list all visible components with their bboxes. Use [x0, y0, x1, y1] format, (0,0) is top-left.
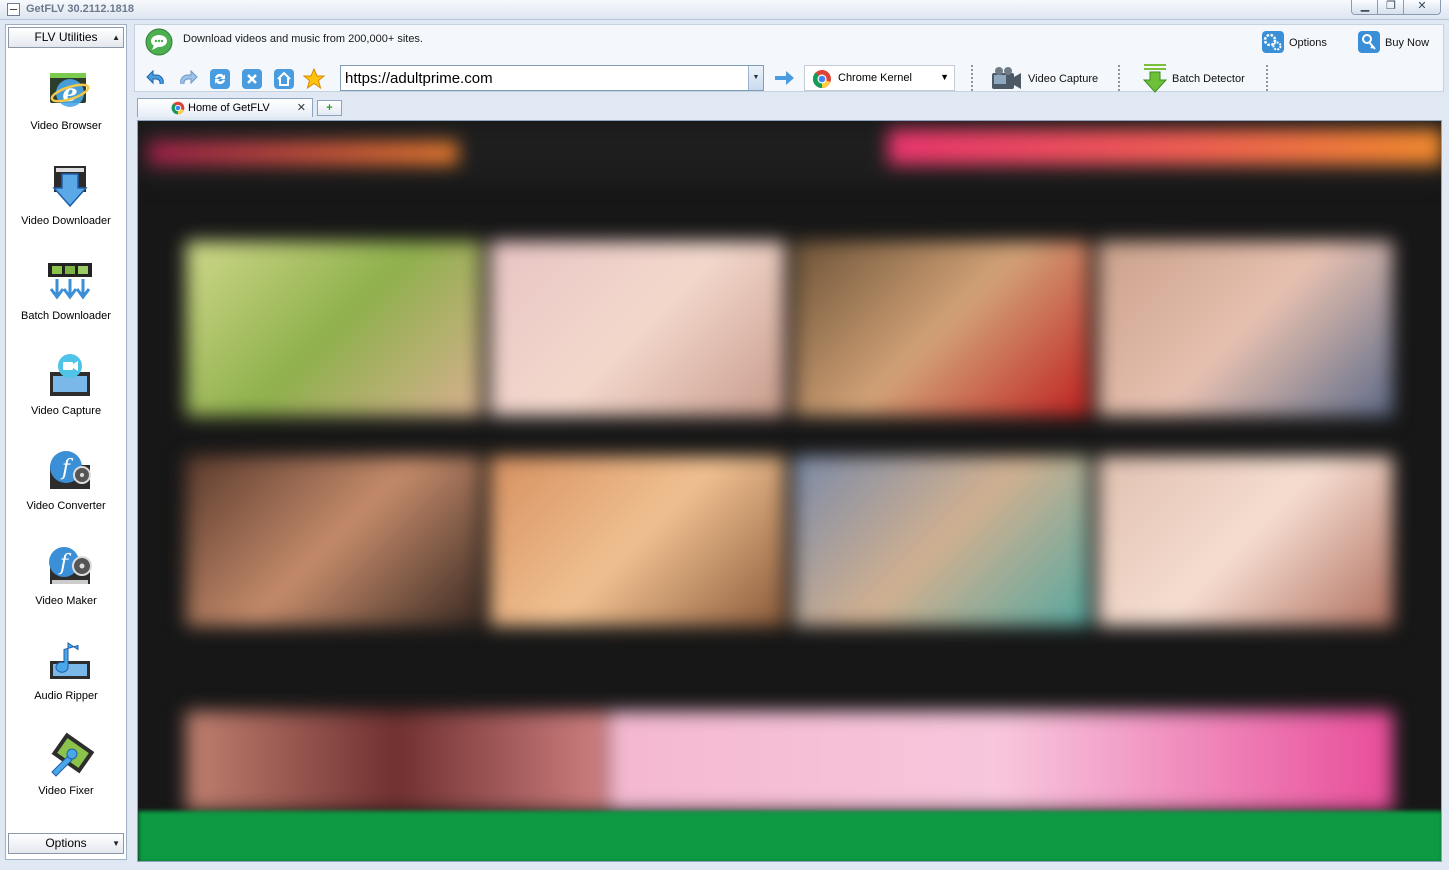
forward-icon[interactable] [177, 68, 199, 90]
options-button[interactable]: Options [1261, 30, 1341, 54]
video-camera-icon [50, 354, 90, 396]
restore-icon: ❐ [1386, 0, 1396, 12]
buy-now-label: Buy Now [1385, 37, 1430, 49]
sidebar-item-audio-ripper[interactable]: Audio Ripper [8, 631, 124, 721]
sidebar-item-batch-downloader[interactable]: Batch Downloader [8, 251, 124, 341]
favorite-star-icon[interactable] [303, 68, 325, 90]
back-icon[interactable] [145, 68, 167, 90]
music-note-icon [50, 642, 90, 679]
go-arrow-icon[interactable] [773, 69, 795, 87]
download-arrow-icon [52, 166, 88, 208]
chrome-logo-icon [812, 70, 831, 89]
minimize-button[interactable]: ▁ [1351, 0, 1379, 15]
home-icon[interactable] [273, 68, 295, 90]
svg-text:e: e [62, 78, 77, 107]
tab-label: Home of GetFLV [188, 102, 270, 114]
chevron-up-icon: ▲ [112, 33, 120, 42]
tab-strip: Home of GetFLV ✕ + [134, 96, 1444, 118]
browser-kernel-select[interactable]: Chrome Kernel ▼ [804, 65, 955, 91]
flv-utilities-dropdown[interactable]: FLV Utilities ▲ [8, 27, 124, 48]
sidebar-item-label: Video Converter [26, 500, 106, 512]
sidebar-item-video-browser[interactable]: e Video Browser [8, 61, 124, 151]
chevron-down-icon: ▼ [112, 839, 120, 848]
stop-icon[interactable] [241, 68, 263, 90]
page-footer-banner [138, 811, 1441, 861]
options-label: Options [1289, 37, 1327, 49]
plus-icon: + [326, 102, 333, 114]
toolbar-separator [971, 65, 973, 91]
batch-detector-label: Batch Detector [1172, 73, 1245, 85]
buy-now-button[interactable]: Buy Now [1357, 30, 1441, 54]
options-dropdown[interactable]: Options ▼ [8, 833, 124, 854]
tools-sidebar: FLV Utilities ▲ e Video Browser Video Do… [5, 24, 127, 860]
window-title: GetFLV 30.2112.1818 [26, 3, 135, 15]
sidebar-item-video-fixer[interactable]: Video Fixer [8, 726, 124, 816]
sidebar-item-label: Video Maker [35, 595, 97, 607]
sidebar-item-label: Video Fixer [38, 785, 94, 797]
sidebar-item-video-converter[interactable]: f Video Converter [8, 441, 124, 531]
video-capture-button[interactable]: Video Capture [990, 65, 1105, 93]
chevron-down-icon: ▼ [752, 74, 760, 81]
system-menu-icon[interactable] [7, 3, 20, 16]
buy-key-icon [1358, 31, 1380, 53]
sidebar-item-label: Video Downloader [21, 215, 111, 227]
tab-home-of-getflv[interactable]: Home of GetFLV ✕ [137, 98, 313, 117]
video-camera-icon [992, 67, 1021, 89]
wrench-film-icon [51, 732, 94, 777]
batch-detector-button[interactable]: Batch Detector [1142, 63, 1252, 93]
close-tab-icon[interactable]: ✕ [297, 101, 306, 114]
sidebar-item-label: Video Browser [30, 120, 102, 132]
sidebar-item-video-capture[interactable]: Video Capture [8, 346, 124, 436]
sidebar-item-video-downloader[interactable]: Video Downloader [8, 156, 124, 246]
toolbar-separator [1118, 65, 1120, 91]
maximize-button[interactable]: ❐ [1377, 0, 1405, 15]
blurred-web-content [138, 121, 1441, 861]
getflv-window: GetFLV 30.2112.1818 ▁ ❐ ✕ FLV Utilities … [0, 0, 1449, 870]
sidebar-item-label: Video Capture [30, 405, 102, 417]
chrome-logo-icon [171, 101, 185, 115]
video-capture-label: Video Capture [1028, 73, 1099, 85]
film-converter-icon: f [50, 451, 91, 489]
toolbar-separator [1266, 65, 1268, 91]
gear-icon [1262, 31, 1284, 53]
close-icon: ✕ [1417, 0, 1427, 12]
video-browser-icon: e [50, 73, 90, 107]
main-toolbar: Download videos and music from 200,000+ … [134, 24, 1444, 93]
refresh-icon[interactable] [209, 68, 231, 90]
new-tab-button[interactable]: + [317, 100, 342, 116]
batch-download-icon [48, 263, 92, 300]
chevron-down-icon: ▼ [940, 72, 949, 82]
close-button[interactable]: ✕ [1403, 0, 1441, 15]
url-input[interactable] [345, 68, 745, 88]
film-maker-icon: f [49, 547, 92, 584]
web-page-viewport[interactable] [137, 120, 1442, 862]
download-green-arrow-icon [1142, 64, 1168, 93]
sidebar-item-label: Batch Downloader [21, 310, 111, 322]
url-history-dropdown[interactable]: ▼ [748, 66, 763, 90]
options-label: Options [45, 836, 87, 850]
title-bar: GetFLV 30.2112.1818 ▁ ❐ ✕ [0, 0, 1449, 20]
address-bar[interactable]: ▼ [340, 65, 764, 91]
chat-bubble-icon[interactable] [145, 28, 173, 56]
flv-utilities-label: FLV Utilities [34, 30, 98, 44]
minimize-icon: ▁ [1360, 0, 1370, 12]
sidebar-item-video-maker[interactable]: f Video Maker [8, 536, 124, 626]
sidebar-item-label: Audio Ripper [34, 690, 98, 702]
kernel-label: Chrome Kernel [838, 72, 912, 84]
tagline-text: Download videos and music from 200,000+ … [183, 33, 423, 45]
